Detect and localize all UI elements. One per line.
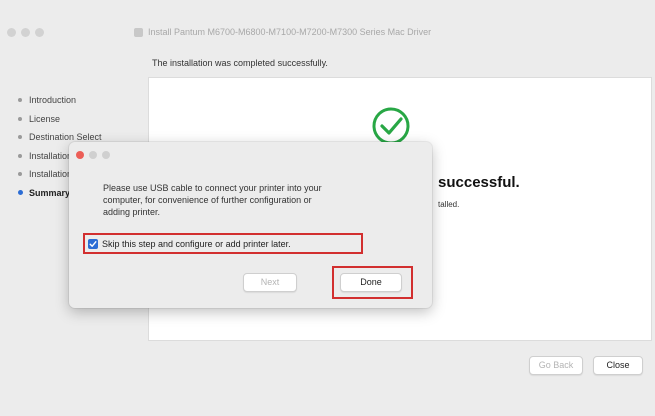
close-window-button[interactable] xyxy=(7,28,16,37)
dialog-message-line: computer, for convenience of further con… xyxy=(103,195,312,205)
success-heading: successful. xyxy=(438,174,520,191)
zoom-window-button[interactable] xyxy=(35,28,44,37)
title-bar: Install Pantum M6700-M6800-M7100-M7200-M… xyxy=(0,0,655,44)
go-back-button[interactable]: Go Back xyxy=(529,356,583,375)
package-icon xyxy=(134,27,143,37)
dialog-close-button[interactable] xyxy=(76,151,84,159)
success-subtext: talled. xyxy=(438,200,460,209)
close-button[interactable]: Close xyxy=(593,356,643,375)
install-subtitle: The installation was completed successfu… xyxy=(152,58,328,68)
check-circle-icon xyxy=(372,107,410,145)
dialog-message-line: Please use USB cable to connect your pri… xyxy=(103,183,322,193)
dialog-message-line: adding printer. xyxy=(103,207,161,217)
step-bullet-icon xyxy=(18,135,22,139)
skip-checkbox-label[interactable]: Skip this step and configure or add prin… xyxy=(102,239,291,249)
step-bullet-icon xyxy=(18,98,22,102)
next-button[interactable]: Next xyxy=(243,273,297,292)
minimize-window-button[interactable] xyxy=(21,28,30,37)
skip-step-option[interactable]: Skip this step and configure or add prin… xyxy=(83,233,363,254)
skip-checkbox[interactable] xyxy=(88,238,98,249)
checkmark-icon xyxy=(89,240,97,247)
step-active-bullet-icon xyxy=(18,189,23,195)
step-bullet-icon xyxy=(18,116,22,121)
done-button-highlight xyxy=(332,266,413,299)
step-bullet-icon xyxy=(18,172,22,176)
window-title-text: Install Pantum M6700-M6800-M7100-M7200-M… xyxy=(148,27,432,37)
installer-window: Install Pantum M6700-M6800-M7100-M7200-M… xyxy=(0,0,655,416)
dialog-minimize-button xyxy=(89,151,97,159)
step-license: License xyxy=(18,114,102,133)
usb-connect-dialog: Please use USB cable to connect your pri… xyxy=(69,142,432,308)
window-title: Install Pantum M6700-M6800-M7100-M7200-M… xyxy=(134,27,431,37)
step-bullet-icon xyxy=(18,153,22,158)
step-introduction: Introduction xyxy=(18,95,102,114)
dialog-zoom-button xyxy=(102,151,110,159)
dialog-message: Please use USB cable to connect your pri… xyxy=(103,182,403,218)
